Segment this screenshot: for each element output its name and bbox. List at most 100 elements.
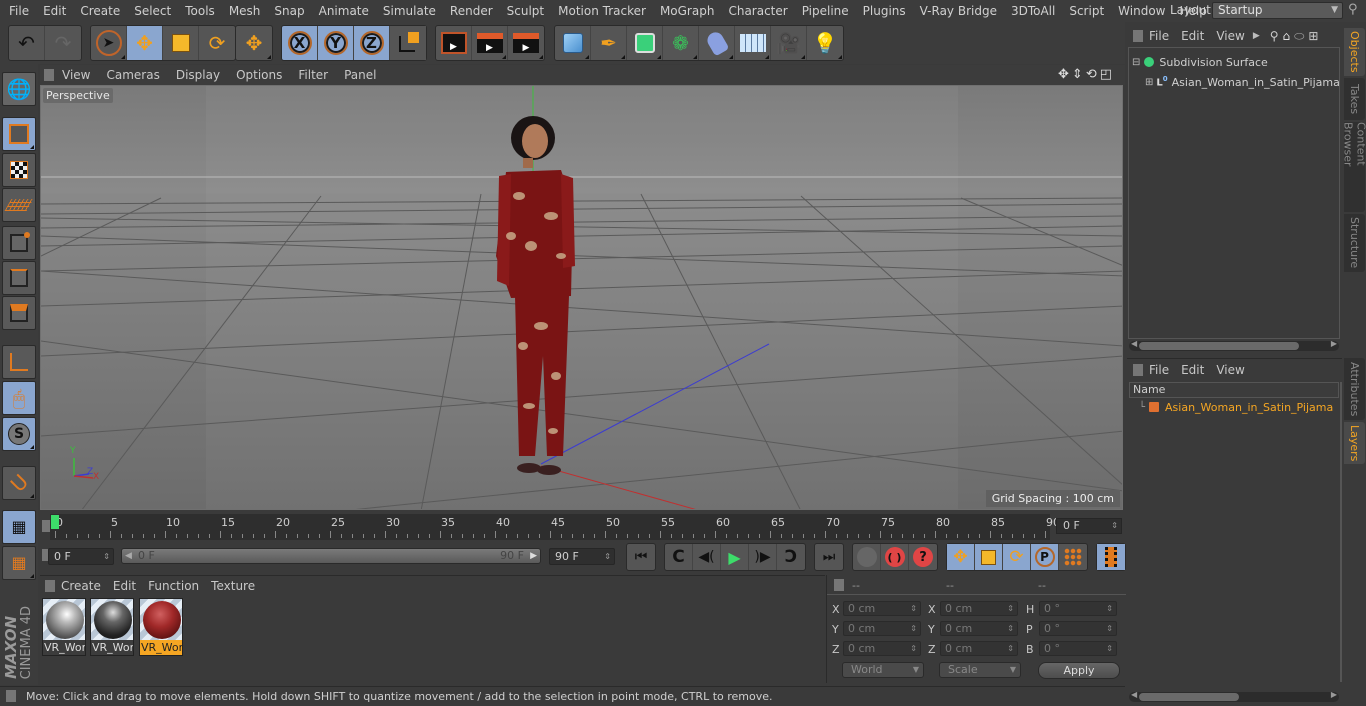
move-tool-button[interactable]: ✥ <box>127 26 163 60</box>
z-axis-lock-button[interactable]: Z <box>354 26 390 60</box>
key-pla-button[interactable] <box>1059 544 1087 570</box>
position-x-field[interactable]: 0 cm ⇕ <box>843 601 921 616</box>
material-menu-texture[interactable]: Texture <box>205 579 261 593</box>
layer-menu-view[interactable]: View <box>1210 363 1250 377</box>
grip-icon[interactable] <box>1133 30 1143 42</box>
timeline-window-button[interactable] <box>1097 544 1125 570</box>
menu-script[interactable]: Script <box>1062 4 1111 18</box>
collapse-icon[interactable]: ⊟ <box>1132 57 1140 68</box>
deformer-button[interactable] <box>699 26 735 60</box>
expand-icon[interactable]: ⊞ <box>1145 77 1153 88</box>
layer-horizontal-scrollbar[interactable]: ◀ ▶ <box>1129 690 1339 702</box>
menu-select[interactable]: Select <box>127 4 178 18</box>
next-key-button[interactable]: Ↄ <box>777 544 805 570</box>
model-mode-button[interactable] <box>2 117 36 151</box>
spinner-icon[interactable]: ⇕ <box>1007 622 1014 635</box>
spinner-icon[interactable]: ⇕ <box>910 642 917 655</box>
grip-icon[interactable] <box>44 69 54 81</box>
y-axis-lock-button[interactable]: Y <box>318 26 354 60</box>
grip-icon[interactable] <box>834 579 844 591</box>
spinner-icon[interactable]: ⇕ <box>1007 602 1014 615</box>
spinner-icon[interactable]: ⇕ <box>604 549 611 564</box>
record-active-button[interactable]: ( ) <box>881 544 909 570</box>
recent-move-button[interactable]: ✥ <box>236 26 272 60</box>
new-window-icon[interactable]: ⊞ <box>1308 29 1318 43</box>
rotate-tool-button[interactable]: ⟳ <box>199 26 235 60</box>
previous-key-button[interactable]: C <box>665 544 693 570</box>
render-view-button[interactable]: ▶ <box>436 26 472 60</box>
spinner-icon[interactable]: ⇕ <box>1106 602 1113 615</box>
render-settings-button[interactable]: ▶ <box>508 26 544 60</box>
layer-column-header[interactable]: Name <box>1129 382 1339 398</box>
layer-menu-edit[interactable]: Edit <box>1175 363 1210 377</box>
material-menu-function[interactable]: Function <box>142 579 205 593</box>
redo-button[interactable]: ↷ <box>45 26 81 60</box>
menu-tools[interactable]: Tools <box>178 4 222 18</box>
scale-tool-button[interactable] <box>163 26 199 60</box>
workplane-lock-button[interactable]: ▦ <box>2 510 36 544</box>
autokey-button[interactable]: ? <box>909 544 937 570</box>
layer-item[interactable]: └ Asian_Woman_in_Satin_Pijama <box>1127 397 1342 417</box>
workplane-mode-button[interactable] <box>2 188 36 222</box>
next-frame-button[interactable]: )▶ <box>749 544 777 570</box>
menu-plugins[interactable]: Plugins <box>856 4 913 18</box>
rotation-h-field[interactable]: 0 ° ⇕ <box>1039 601 1117 616</box>
size-z-field[interactable]: 0 cm ⇕ <box>940 641 1018 656</box>
rotation-p-field[interactable]: 0 ° ⇕ <box>1039 621 1117 636</box>
live-selection-button[interactable]: ➤ <box>91 26 127 60</box>
viewport-menu-display[interactable]: Display <box>168 68 228 82</box>
tab-takes[interactable]: Takes <box>1344 78 1365 120</box>
polygons-mode-button[interactable] <box>2 296 36 330</box>
subdivision-surface-button[interactable] <box>627 26 663 60</box>
key-parameter-button[interactable]: P <box>1031 544 1059 570</box>
make-editable-button[interactable]: 🌐 <box>2 72 36 106</box>
material-menu-edit[interactable]: Edit <box>107 579 142 593</box>
scroll-right-icon[interactable]: ▶ <box>1331 690 1337 699</box>
menu-edit[interactable]: Edit <box>36 4 73 18</box>
scroll-left-icon[interactable]: ◀ <box>1131 690 1137 699</box>
range-left-arrow-icon[interactable]: ◀ <box>125 549 132 563</box>
pan-icon[interactable]: ✥ <box>1058 67 1069 82</box>
search-icon[interactable]: ⚲ <box>1348 2 1358 17</box>
scrollbar-thumb[interactable] <box>1139 342 1299 350</box>
viewport-menu-options[interactable]: Options <box>228 68 290 82</box>
menu-animate[interactable]: Animate <box>312 4 376 18</box>
maximize-view-icon[interactable]: ◰ <box>1100 67 1112 82</box>
menu-mesh[interactable]: Mesh <box>222 4 268 18</box>
menu-sculpt[interactable]: Sculpt <box>500 4 551 18</box>
axis-mode-button[interactable] <box>2 345 36 379</box>
spinner-icon[interactable]: ⇕ <box>910 622 917 635</box>
tweak-mode-button[interactable]: 🖱 <box>2 381 36 415</box>
spinner-icon[interactable]: ⇕ <box>1106 642 1113 655</box>
size-x-field[interactable]: 0 cm ⇕ <box>940 601 1018 616</box>
points-mode-button[interactable] <box>2 226 36 260</box>
layer-color-swatch[interactable] <box>1149 402 1160 412</box>
range-right-arrow-icon[interactable]: ▶ <box>530 549 537 563</box>
scroll-right-icon[interactable]: ▶ <box>1331 339 1337 348</box>
goto-end-button[interactable]: ⏭ <box>815 544 843 570</box>
light-button[interactable]: 💡 <box>807 26 843 60</box>
tab-attributes[interactable]: Attributes <box>1344 358 1365 420</box>
menu-simulate[interactable]: Simulate <box>376 4 443 18</box>
cloner-button[interactable]: ❁ <box>663 26 699 60</box>
more-arrow-icon[interactable]: ▶ <box>1253 31 1260 41</box>
pen-spline-button[interactable]: ✒ <box>591 26 627 60</box>
undo-button[interactable]: ↶ <box>9 26 45 60</box>
tree-item-asian-woman[interactable]: ⊞ L0 Asian_Woman_in_Satin_Pijama <box>1129 72 1340 92</box>
start-frame-field[interactable]: 0 F ⇕ <box>48 548 114 565</box>
tab-layers[interactable]: Layers <box>1344 422 1365 464</box>
workplane-align-button[interactable]: ▦ <box>2 546 36 580</box>
play-button[interactable]: ▶ <box>721 544 749 570</box>
solo-mode-button[interactable]: S <box>2 417 36 451</box>
menu-3dtoall[interactable]: 3DToAll <box>1004 4 1062 18</box>
menu-mograph[interactable]: MoGraph <box>653 4 722 18</box>
rotation-b-field[interactable]: 0 ° ⇕ <box>1039 641 1117 656</box>
menu-render[interactable]: Render <box>443 4 500 18</box>
object-menu-view[interactable]: View <box>1210 29 1250 43</box>
texture-mode-button[interactable] <box>2 153 36 187</box>
viewport-menu-panel[interactable]: Panel <box>336 68 384 82</box>
grip-icon[interactable] <box>1133 364 1143 376</box>
render-picture-viewer-button[interactable]: ▶ <box>472 26 508 60</box>
floor-button[interactable] <box>735 26 771 60</box>
home-icon[interactable]: ⌂ <box>1283 29 1291 43</box>
